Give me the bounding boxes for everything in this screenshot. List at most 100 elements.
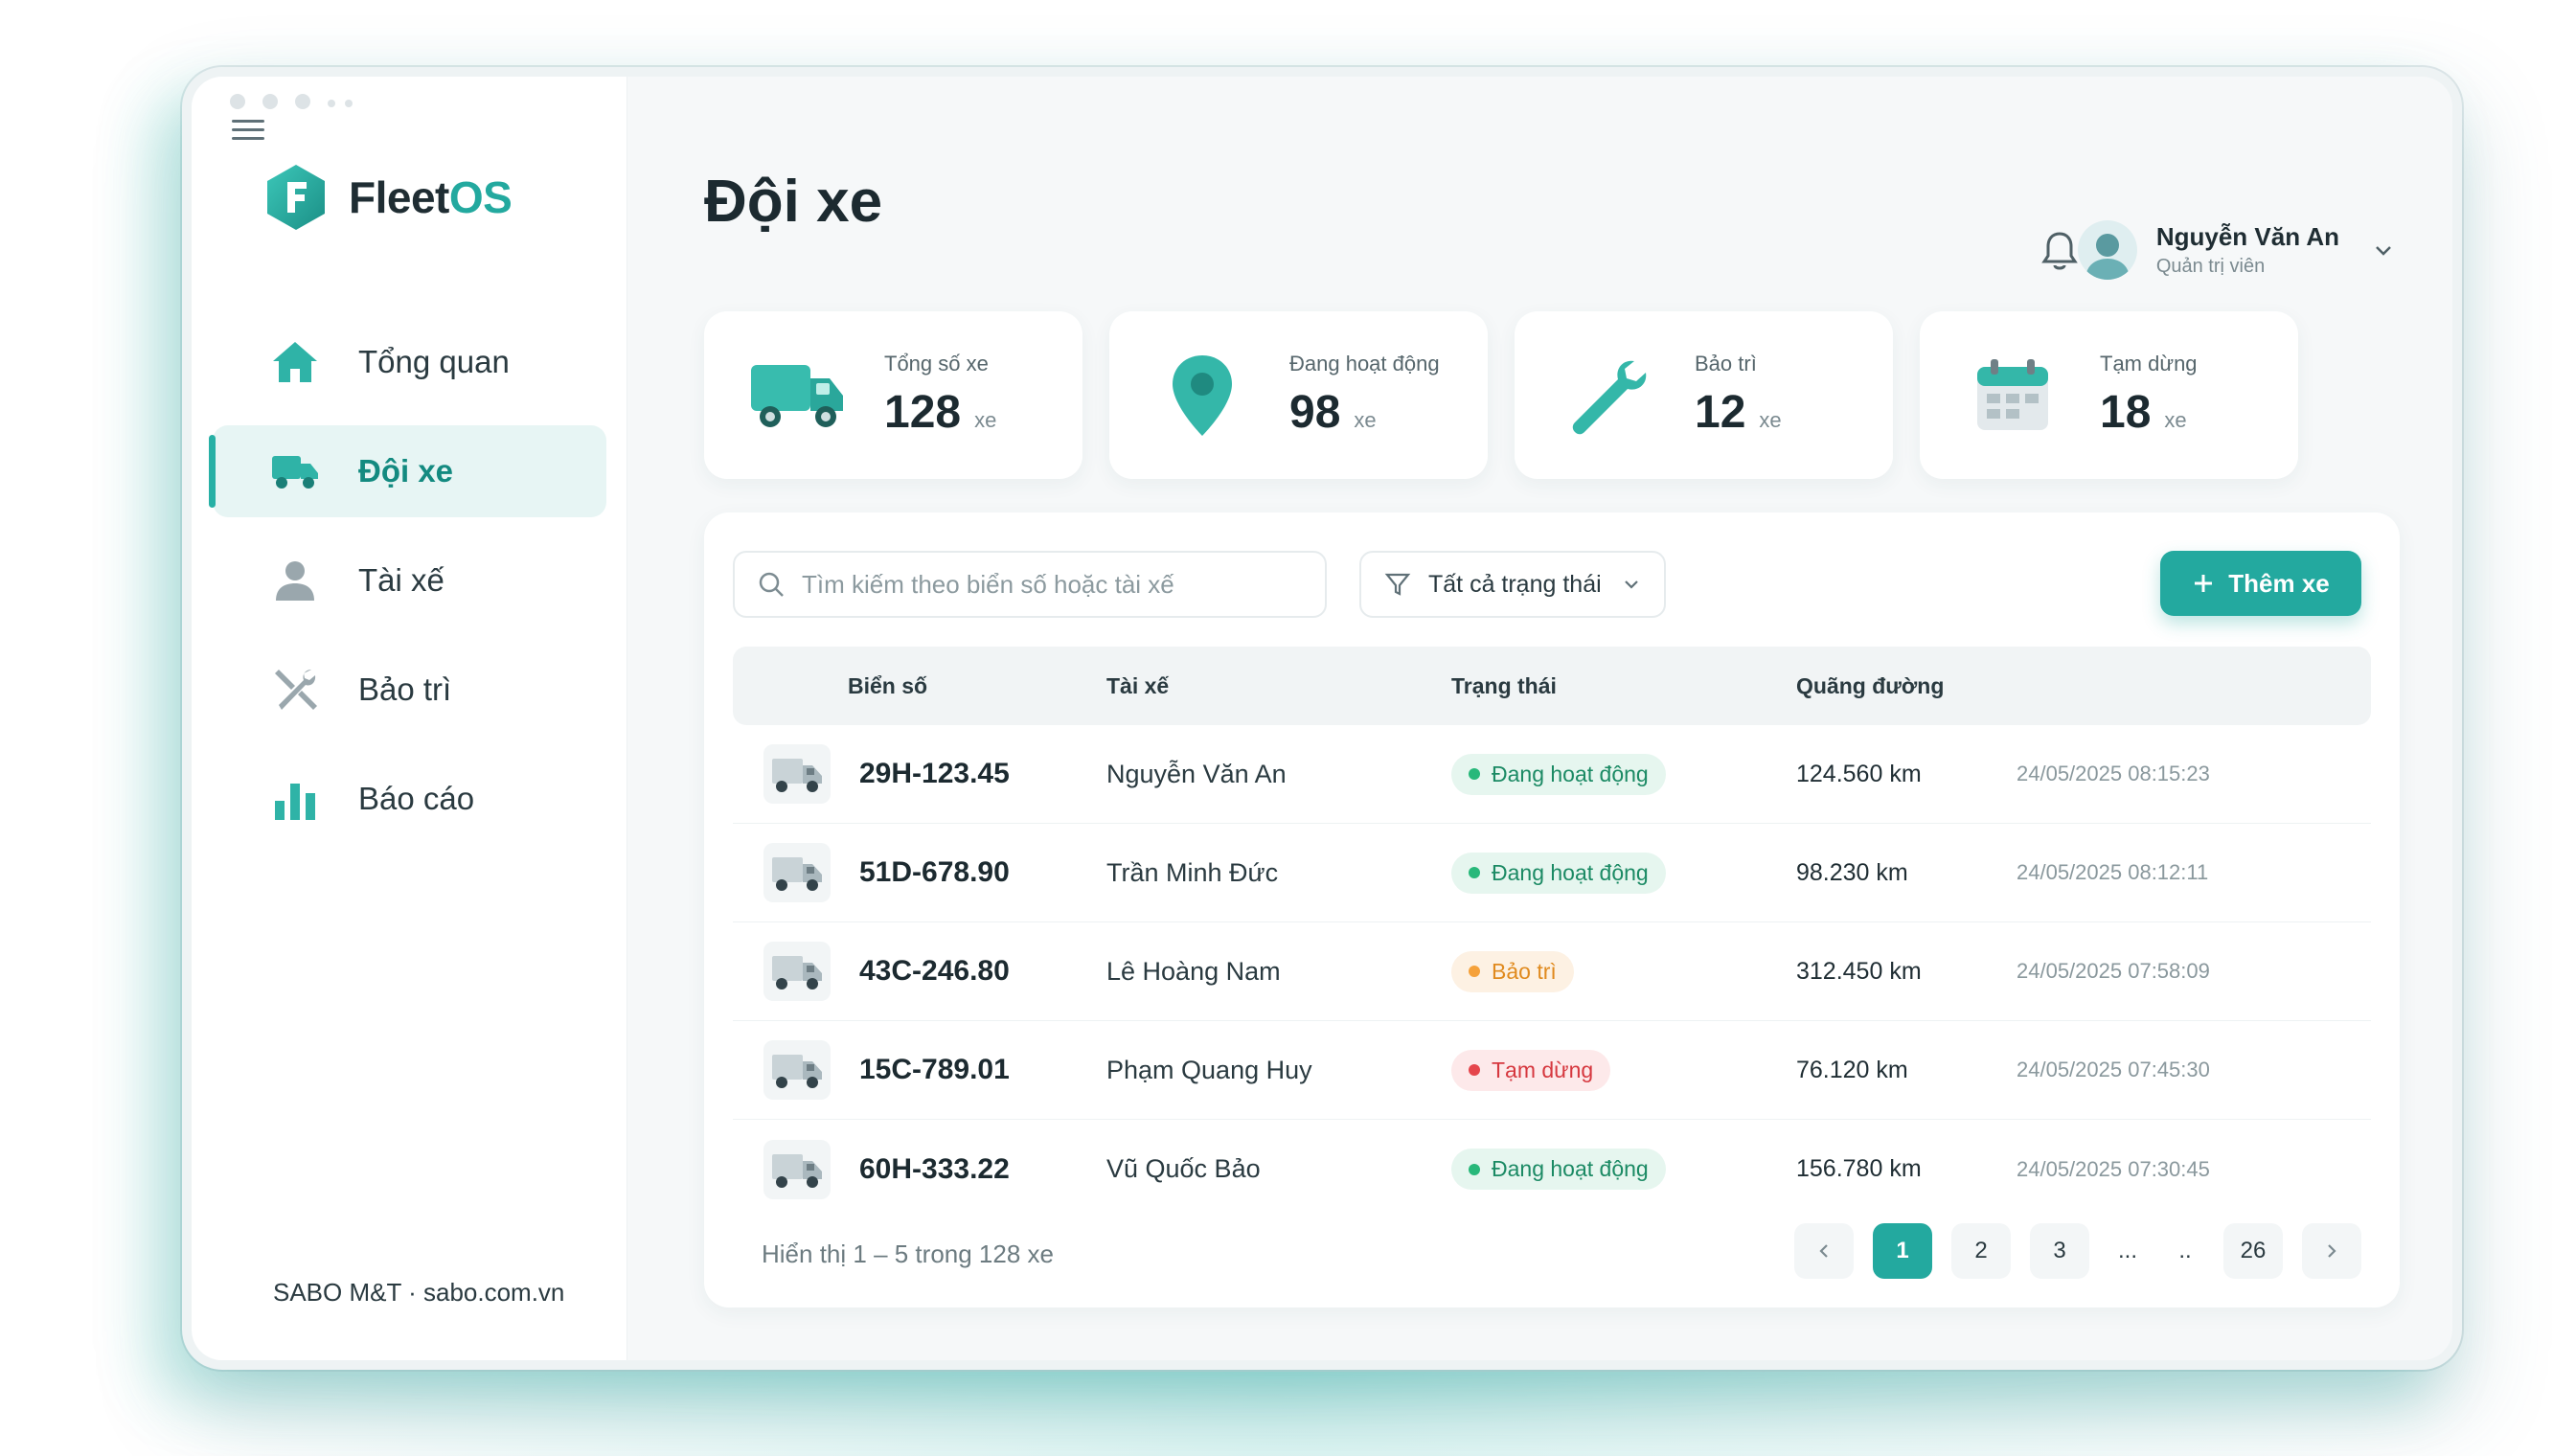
main-content: Đội xe Nguyễn Văn An Quản trị viên Tổng …	[627, 77, 2452, 1360]
pagination-ellipsis: ...	[2117, 1238, 2137, 1263]
stat-label: Tổng số xe	[884, 352, 989, 375]
pagination-info: Hiển thị 1 – 5 trong 128 xe	[762, 1240, 1054, 1268]
sidebar-item-label: Báo cáo	[358, 781, 475, 816]
column-header-plate[interactable]: Biển số	[733, 673, 1106, 699]
pagination: 1 2 3..... 26	[1794, 1223, 2361, 1279]
distance-value: 98.230 km	[1796, 858, 1908, 886]
vehicle-thumbnail-icon	[763, 843, 831, 902]
filter-icon	[1384, 573, 1411, 596]
hamburger-menu-icon[interactable]	[232, 120, 264, 143]
plate-number: 29H-123.45	[859, 758, 1010, 789]
sidebar-item-drivers[interactable]: Tài xế	[213, 535, 606, 626]
sidebar-footer: SABO M&T · sabo.com.vn	[273, 1278, 565, 1307]
stat-card-active[interactable]: Đang hoạt động 98 xe	[1109, 311, 1488, 479]
stat-value: 12	[1695, 387, 1746, 438]
search-input[interactable]	[802, 569, 1319, 600]
user-name: Nguyễn Văn An	[2155, 222, 2339, 251]
tools-icon	[270, 665, 320, 715]
last-updated-time: 24/05/2025 08:15:23	[2017, 762, 2210, 785]
fleetos-logo-icon	[267, 165, 325, 230]
table-body: 29H-123.45 Nguyễn Văn An Đang hoạt động 124…	[733, 725, 2371, 1218]
stat-unit: xe	[1759, 408, 1782, 432]
page-button[interactable]: 26	[2223, 1223, 2283, 1279]
page-button[interactable]: 1	[1873, 1223, 1932, 1279]
driver-name: Trần Minh Đức	[1106, 857, 1279, 887]
driver-name: Phạm Quang Huy	[1106, 1055, 1312, 1084]
distance-value: 124.560 km	[1796, 760, 1922, 787]
page-button[interactable]: 2	[1951, 1223, 2011, 1279]
column-header-driver[interactable]: Tài xế	[1106, 673, 1451, 699]
last-updated-time: 24/05/2025 07:58:09	[2017, 959, 2210, 983]
driver-name: Vũ Quốc Bảo	[1106, 1154, 1261, 1183]
column-header-status[interactable]: Trạng thái	[1451, 673, 1796, 699]
sidebar-item-label: Tài xế	[358, 562, 444, 598]
prev-page-button[interactable]	[1794, 1223, 1854, 1279]
map-pin-icon	[1150, 353, 1255, 439]
table-row[interactable]: 29H-123.45 Nguyễn Văn An Đang hoạt động 124…	[733, 725, 2371, 824]
sidebar: FleetOS Tổng quan Đội xe Tài xế Bảo trì …	[192, 77, 627, 1360]
home-icon	[270, 337, 320, 387]
column-header-distance[interactable]: Quãng đường	[1796, 673, 2017, 699]
sidebar-nav: Tổng quan Đội xe Tài xế Bảo trì Báo cáo	[192, 316, 627, 862]
stats-row: Tổng số xe 128 xe Đang hoạt động 98 xe B…	[704, 311, 2298, 479]
table-row[interactable]: 43C-246.80 Lê Hoàng Nam Bảo trì 312.450 km 2…	[733, 922, 2371, 1021]
bell-icon[interactable]	[2040, 230, 2079, 272]
stat-label: Đang hoạt động	[1289, 352, 1440, 375]
sidebar-item-fleet[interactable]: Đội xe	[209, 425, 606, 517]
sidebar-item-maintenance[interactable]: Bảo trì	[213, 644, 606, 736]
brand-name: FleetOS	[349, 172, 513, 222]
add-vehicle-label: Thêm xe	[2228, 568, 2330, 598]
stat-label: Tạm dừng	[2100, 352, 2198, 375]
status-filter-dropdown[interactable]: Tất cả trạng thái	[1359, 551, 1666, 618]
vehicle-thumbnail-icon	[763, 744, 831, 804]
truck-icon	[744, 353, 850, 439]
table-header: Biển số Tài xế Trạng thái Quãng đường	[733, 647, 2371, 725]
avatar	[2077, 220, 2137, 280]
sidebar-item-label: Bảo trì	[358, 671, 452, 707]
sidebar-item-label: Tổng quan	[358, 344, 510, 379]
stat-value: 18	[2100, 387, 2152, 438]
page-button[interactable]: 3	[2030, 1223, 2089, 1279]
sidebar-item-overview[interactable]: Tổng quan	[213, 316, 606, 408]
driver-name: Lê Hoàng Nam	[1106, 956, 1281, 986]
brand[interactable]: FleetOS	[264, 163, 513, 232]
wrench-icon	[1555, 353, 1660, 439]
vehicle-thumbnail-icon	[763, 1139, 831, 1199]
table-row[interactable]: 15C-789.01 Phạm Quang Huy Tạm dừng 76.120 k…	[733, 1021, 2371, 1120]
stat-unit: xe	[1354, 408, 1377, 432]
stat-card-maintenance[interactable]: Bảo trì 12 xe	[1515, 311, 1893, 479]
app-window: FleetOS Tổng quan Đội xe Tài xế Bảo trì …	[182, 67, 2462, 1370]
last-updated-time: 24/05/2025 07:45:30	[2017, 1058, 2210, 1081]
stat-value: 128	[884, 387, 962, 438]
sidebar-item-reports[interactable]: Báo cáo	[213, 753, 606, 845]
stat-unit: xe	[2164, 408, 2187, 432]
window-dots	[230, 94, 353, 109]
add-vehicle-button[interactable]: Thêm xe	[2160, 551, 2361, 616]
fleet-panel: Tất cả trạng thái Thêm xe Biển số Tài xế…	[704, 512, 2400, 1308]
stat-unit: xe	[974, 408, 997, 432]
stat-label: Bảo trì	[1695, 352, 1757, 375]
table-row[interactable]: 60H-333.22 Vũ Quốc Bảo Đang hoạt động 156.7…	[733, 1120, 2371, 1218]
last-updated-time: 24/05/2025 08:12:11	[2017, 860, 2209, 884]
page-title: Đội xe	[704, 169, 883, 235]
background: FleetOS Tổng quan Đội xe Tài xế Bảo trì …	[0, 0, 2575, 1456]
table-row[interactable]: 51D-678.90 Trần Minh Đức Đang hoạt động 98.…	[733, 824, 2371, 922]
last-updated-time: 24/05/2025 07:30:45	[2017, 1156, 2210, 1181]
status-badge: Đang hoạt động	[1451, 852, 1666, 894]
truck-icon	[270, 446, 320, 496]
distance-value: 312.450 km	[1796, 957, 1922, 985]
distance-value: 156.780 km	[1796, 1155, 1922, 1182]
filter-label: Tất cả trạng thái	[1428, 570, 1602, 598]
user-icon	[270, 556, 320, 605]
stat-card-paused[interactable]: Tạm dừng 18 xe	[1920, 311, 2298, 479]
search-box[interactable]	[733, 551, 1327, 618]
vehicle-thumbnail-icon	[763, 942, 831, 1001]
user-menu[interactable]: Nguyễn Văn An Quản trị viên	[2077, 220, 2395, 280]
stat-card-total[interactable]: Tổng số xe 128 xe	[704, 311, 1082, 479]
next-page-button[interactable]	[2302, 1223, 2361, 1279]
status-badge: Đang hoạt động	[1451, 753, 1666, 795]
plate-number: 43C-246.80	[859, 955, 1010, 987]
chevron-left-icon	[1819, 1244, 1828, 1258]
page-buttons: 1 2 3..... 26	[1873, 1223, 2283, 1279]
driver-name: Nguyễn Văn An	[1106, 759, 1287, 788]
